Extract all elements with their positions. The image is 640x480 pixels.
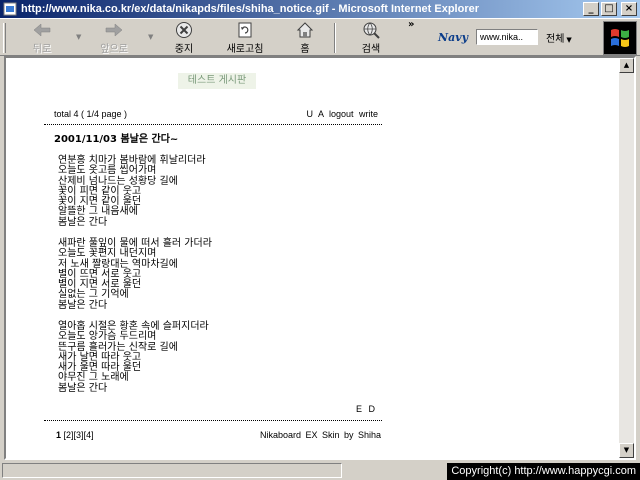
back-button[interactable]: 뒤로 (22, 21, 62, 55)
divider-top (44, 124, 382, 125)
scroll-down-icon[interactable]: ▼ (619, 443, 634, 458)
pagination: 1 [2][3][4] (56, 430, 94, 440)
post-title: 2001/11/03 봄날은 간다~ (54, 134, 179, 145)
board-actions[interactable]: U A logout write (306, 109, 378, 119)
navy-search-bar: Navy www.nika.. 전체 ▼ (430, 25, 598, 49)
board-credit: Nikaboard EX Skin by Shiha (260, 430, 382, 440)
stanza-2: 새파란 풀잎이 물에 떠서 흘러 가더라 오늘도 꽃편지 내던지며 저 노새 짤… (58, 238, 212, 311)
copyright-text: Copyright(c) http://www.happycgi.com (447, 463, 640, 480)
board-title: 테스트 게시판 (178, 73, 256, 89)
page-link[interactable]: [4] (84, 430, 94, 440)
search-button[interactable]: 검색 (354, 21, 388, 55)
search-label: 검색 (361, 44, 381, 55)
navy-search-scope[interactable]: 전체 ▼ (546, 30, 572, 45)
refresh-icon (238, 22, 252, 38)
vertical-scrollbar[interactable]: ▲ ▼ (619, 58, 634, 458)
stop-label: 중지 (174, 44, 194, 55)
browser-viewport: 테스트 게시판 total 4 ( 1/4 page ) U A logout … (4, 56, 636, 460)
title-bar: http://www.nika.co.kr/ex/data/nikapds/fi… (0, 0, 640, 18)
back-label: 뒤로 (32, 44, 52, 55)
page-current: 1 (56, 430, 62, 440)
forward-arrow-icon (105, 23, 123, 37)
windows-logo-icon (603, 21, 637, 55)
refresh-label: 새로고침 (226, 44, 264, 55)
back-arrow-icon (33, 23, 51, 37)
toolbar-more-chevron[interactable]: » (408, 19, 414, 30)
navy-logo: Navy (438, 30, 468, 44)
page-link[interactable]: [3] (74, 430, 84, 440)
status-pane-main (2, 463, 342, 478)
board-meta-row: total 4 ( 1/4 page ) U A logout write (54, 109, 378, 121)
page-content: 테스트 게시판 total 4 ( 1/4 page ) U A logout … (6, 58, 623, 458)
toolbar: 뒤로 ▼ 앞으로 ▼ 중지 새로고침 홈 검색 » Navy www.nika.… (0, 18, 640, 56)
home-label: 홈 (300, 44, 310, 55)
window-title: http://www.nika.co.kr/ex/data/nikapds/fi… (21, 3, 480, 15)
home-icon (296, 22, 314, 38)
page-link[interactable]: [2] (64, 430, 74, 440)
navy-search-input[interactable]: www.nika.. (476, 29, 538, 45)
search-globe-icon (363, 22, 380, 39)
ie-icon (3, 2, 17, 16)
refresh-button[interactable]: 새로고침 (220, 21, 270, 55)
maximize-button[interactable]: □ (601, 2, 617, 16)
stop-icon (176, 22, 192, 38)
poem-line: 봄날은 간다 (58, 299, 108, 311)
divider-bottom (44, 420, 382, 421)
toolbar-grip[interactable] (3, 23, 6, 53)
forward-dropdown-icon[interactable]: ▼ (148, 33, 153, 41)
post-actions[interactable]: E D (356, 404, 375, 414)
stanza-3: 열아홉 시절은 황혼 속에 슬퍼지더라 오늘도 앙가슴 두드리며 뜬구름 흘러가… (58, 321, 209, 394)
stanza-1: 연분홍 치마가 봄바람에 휘날리더라 오늘도 옷고름 씹어가며 산제비 넘나드는… (58, 155, 206, 228)
forward-label: 앞으로 (100, 44, 128, 55)
minimize-button[interactable]: _ (583, 2, 599, 16)
poem-line: 봄날은 간다 (58, 216, 108, 228)
page-total: total 4 ( 1/4 page ) (54, 109, 128, 119)
scroll-up-icon[interactable]: ▲ (619, 58, 634, 73)
back-dropdown-icon[interactable]: ▼ (76, 33, 81, 41)
poem-line: 봄날은 간다 (58, 382, 108, 394)
stop-button[interactable]: 중지 (166, 21, 202, 55)
close-button[interactable]: × (621, 2, 637, 16)
forward-button[interactable]: 앞으로 (92, 21, 136, 55)
home-button[interactable]: 홈 (290, 21, 320, 55)
toolbar-separator (334, 23, 336, 53)
